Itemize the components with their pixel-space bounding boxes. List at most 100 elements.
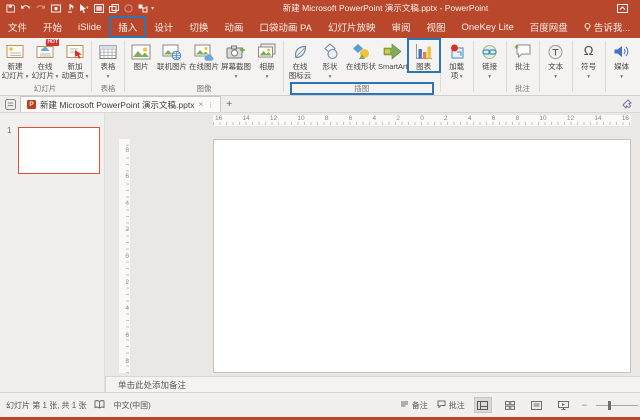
- group-label-illustrations: 插图: [291, 83, 433, 94]
- tab-baidu-pan[interactable]: 百度网盘: [522, 16, 576, 38]
- tab-design[interactable]: 设计: [146, 16, 181, 38]
- tab-transitions[interactable]: 切换: [181, 16, 216, 38]
- copy-slide-icon[interactable]: [109, 4, 119, 13]
- normal-view-button[interactable]: [474, 397, 492, 413]
- zoom-slider[interactable]: [596, 405, 638, 406]
- status-bar: 幻灯片 第 1 张, 共 1 张 中文(中国) 备注 批注 −: [0, 392, 640, 417]
- web-pictures-button[interactable]: 在线图片: [188, 40, 220, 71]
- link-icon: [480, 41, 499, 62]
- document-tab-title: 新建 Microsoft PowerPoint 演示文稿.pptx: [40, 99, 194, 111]
- online-slide-button[interactable]: HOT 在线 幻灯片: [30, 40, 60, 81]
- powerpoint-window: ▾ ▾ ▾ ▾ ▾ 新建 Microsoft PowerPoint 演示文稿.p…: [0, 0, 640, 420]
- web-pictures-cloud-icon: [194, 41, 214, 62]
- online-shapes-icon: [352, 41, 371, 62]
- tab-file[interactable]: 文件: [0, 16, 35, 38]
- new-tab-button[interactable]: +: [221, 96, 237, 112]
- zoom-out-button[interactable]: −: [582, 400, 587, 410]
- link-button[interactable]: 链接: [475, 40, 505, 81]
- document-tab[interactable]: P 新建 Microsoft PowerPoint 演示文稿.pptx × ⋮: [20, 96, 221, 112]
- speaker-icon: [613, 41, 630, 62]
- disabled-tool-icon: [124, 4, 133, 13]
- online-icon-cloud-button[interactable]: 在线 图标云: [285, 40, 315, 81]
- tab-home[interactable]: 开始: [35, 16, 70, 38]
- ribbon-group-symbols: Ω 符号: [574, 38, 604, 95]
- ribbon-group-text: 文本: [541, 38, 571, 95]
- slide-thumbnail[interactable]: [18, 127, 100, 174]
- group-divider: [572, 41, 573, 92]
- group-label-comments: 批注: [508, 83, 538, 94]
- online-pictures-globe-icon: [162, 41, 182, 62]
- photo-album-button[interactable]: 相册: [252, 40, 282, 81]
- smartart-button[interactable]: SmartArt: [377, 40, 409, 71]
- screenshot-button[interactable]: 屏幕截图: [220, 40, 252, 81]
- zoom-slider-thumb[interactable]: [608, 401, 611, 410]
- ribbon-group-table: 表格 表格: [93, 38, 123, 95]
- ribbon-group-links: 链接: [475, 38, 505, 95]
- slide-thumbnail-panel[interactable]: 1: [0, 113, 105, 392]
- tab-animations[interactable]: 动画: [216, 16, 251, 38]
- group-label-slides: 幻灯片: [0, 83, 90, 94]
- pin-ribbon-icon[interactable]: [622, 96, 632, 112]
- tab-slideshow[interactable]: 幻灯片放映: [320, 16, 384, 38]
- new-slide-button[interactable]: 新建 幻灯片: [0, 40, 30, 81]
- media-button[interactable]: 媒体: [607, 40, 637, 81]
- editing-area: 1 1614121086420246810121416 864202468 单击…: [0, 113, 640, 392]
- comment-button[interactable]: 批注: [508, 40, 538, 71]
- slide-canvas[interactable]: [213, 139, 631, 373]
- tab-menu-icon[interactable]: ⋮: [207, 101, 214, 109]
- notes-toggle[interactable]: 备注: [400, 400, 428, 411]
- group-divider: [473, 41, 474, 92]
- sidebar-toggle-icon[interactable]: [0, 96, 20, 112]
- new-animation-page-icon: [66, 41, 85, 62]
- vertical-ruler: 864202468: [119, 139, 130, 373]
- slideshow-view-button[interactable]: [555, 397, 573, 413]
- text-button[interactable]: 文本: [541, 40, 571, 81]
- preview-icon[interactable]: [51, 4, 61, 13]
- leaf-icon: [291, 41, 309, 62]
- comment-icon: [513, 41, 532, 62]
- picture-frame-icon[interactable]: [94, 4, 104, 13]
- new-animation-page-button[interactable]: 新加 动画页: [60, 40, 90, 81]
- chart-button[interactable]: 图表: [409, 40, 439, 71]
- reading-view-button[interactable]: [528, 397, 546, 413]
- lightbulb-icon: [584, 23, 591, 32]
- group-label-table: 表格: [93, 83, 123, 94]
- tab-review[interactable]: 审阅: [383, 16, 418, 38]
- notes-placeholder: 单击此处添加备注: [118, 379, 186, 391]
- slide-sorter-view-button[interactable]: [501, 397, 519, 413]
- undo-icon[interactable]: ▾: [20, 4, 31, 13]
- comments-toggle[interactable]: 批注: [437, 400, 465, 411]
- shapes-button[interactable]: 形状: [315, 40, 345, 81]
- pointer-icon[interactable]: ▾: [79, 4, 89, 13]
- notes-pane[interactable]: 单击此处添加备注: [105, 376, 640, 392]
- ribbon-group-images: 图片 联机图片 在线图片 屏幕截图 相册: [126, 38, 282, 95]
- add-ins-button[interactable]: 加载 项: [442, 40, 472, 81]
- tab-insert[interactable]: 插入: [109, 16, 146, 38]
- online-shapes-button[interactable]: 在线形状: [345, 40, 377, 71]
- tab-islide[interactable]: iSlide: [70, 16, 109, 38]
- pin-icon[interactable]: ▾: [66, 4, 75, 13]
- group-divider: [539, 41, 540, 92]
- symbol-button[interactable]: Ω 符号: [574, 40, 604, 81]
- tab-view[interactable]: 视图: [418, 16, 453, 38]
- online-pictures-button[interactable]: 联机图片: [156, 40, 188, 71]
- language-indicator[interactable]: 中文(中国): [113, 400, 150, 411]
- save-icon[interactable]: [6, 4, 15, 13]
- table-button[interactable]: 表格: [93, 40, 123, 81]
- ribbon-display-options-icon[interactable]: [617, 4, 628, 13]
- tab-tell-me[interactable]: 告诉我...: [576, 16, 638, 38]
- smartart-icon: [383, 41, 403, 62]
- comments-toggle-icon: [437, 400, 446, 410]
- tab-pocket-animation[interactable]: 口袋动画 PA: [251, 16, 320, 38]
- proofing-book-icon[interactable]: [94, 400, 105, 411]
- document-tab-bar: P 新建 Microsoft PowerPoint 演示文稿.pptx × ⋮ …: [0, 96, 640, 113]
- close-tab-icon[interactable]: ×: [198, 100, 203, 109]
- picture-button[interactable]: 图片: [126, 40, 156, 71]
- group-icon[interactable]: ▾: [138, 4, 149, 13]
- ribbon-insert-contents: 新建 幻灯片 HOT 在线 幻灯片 新加 动画页 幻灯片: [0, 38, 640, 96]
- tab-onekey-lite[interactable]: OneKey Lite: [454, 16, 522, 38]
- customize-qat-icon[interactable]: ▾: [153, 5, 154, 12]
- photo-album-icon: [257, 41, 277, 62]
- redo-icon: [36, 4, 46, 13]
- slide-counter: 幻灯片 第 1 张, 共 1 张: [6, 400, 86, 411]
